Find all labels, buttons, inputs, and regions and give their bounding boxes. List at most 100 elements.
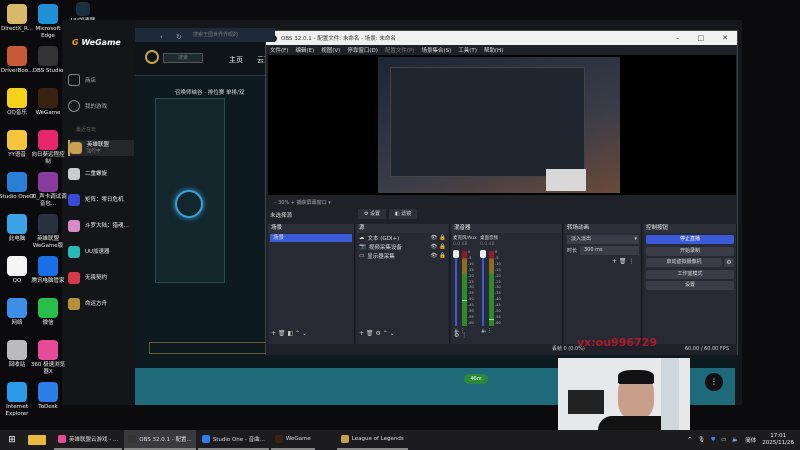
menu-item[interactable]: 工具(T) <box>458 46 477 54</box>
menu-item[interactable]: 场景集合(S) <box>421 46 451 54</box>
zoom-level[interactable]: – 30% + 捕获屏幕窗口 ▾ <box>274 199 331 206</box>
game-item[interactable]: 英雄联盟 运行中 <box>68 140 134 156</box>
visibility-lock-icons[interactable]: 👁 🔒 <box>430 244 449 250</box>
lol-nav-home[interactable]: 主页 <box>229 55 243 65</box>
game-name: 矩阵：零日危机 <box>85 197 124 203</box>
desktop-icon[interactable]: 腾讯电脑管家 <box>29 256 67 285</box>
meter-tick: -55 <box>495 314 501 319</box>
wegame-sidebar: G WeGame 商店 我的游戏 最近在玩 英雄联盟 运行中 二重螺旋 矩阵：零日危机… <box>62 20 135 405</box>
more-button[interactable]: ⋮ <box>705 373 723 391</box>
store-icon <box>68 74 80 86</box>
taskbar-label: League of Legends <box>351 436 404 442</box>
control-button[interactable]: 工作室模式 <box>646 269 734 279</box>
volume-slider[interactable] <box>455 251 457 326</box>
properties-button[interactable]: ⚙ 设置 <box>358 209 386 219</box>
desktop-icon[interactable]: 360 极速浏览器X <box>29 340 67 375</box>
source-toolbar[interactable]: + 🗑 ⚙ ⌃ ⌄ <box>359 330 395 337</box>
game-item[interactable]: 矩阵：零日危机 <box>68 192 134 208</box>
desktop-icon[interactable]: Microsoft Edge <box>29 4 67 39</box>
preview[interactable] <box>268 55 736 195</box>
refresh-icon[interactable]: ↻ <box>176 33 182 41</box>
maximize-icon[interactable]: □ <box>698 34 705 42</box>
monitor-in-webcam <box>568 390 604 414</box>
control-button[interactable]: 开始录制 <box>646 246 734 256</box>
scene-toolbar[interactable]: + 🗑 ◧ ⌃ ⌄ <box>271 330 307 337</box>
menu-item[interactable]: 编辑(E) <box>295 46 314 54</box>
control-button[interactable]: 设置 <box>646 281 734 290</box>
panel-title: 场景 <box>268 224 354 233</box>
app-icon <box>7 172 27 192</box>
game-item[interactable]: 斗罗大陆：猎魂... <box>68 218 134 234</box>
nav-store[interactable]: 商店 <box>68 72 134 88</box>
virtual-camera-settings-icon[interactable]: ⚙ <box>724 258 734 267</box>
microphone-icon[interactable]: 🎙 <box>698 437 705 443</box>
wegame-search[interactable]: 搜索王国世界界眼的 <box>135 28 275 42</box>
desktop-icon[interactable]: OBS Studio <box>29 46 67 75</box>
game-item[interactable]: 命运方舟 <box>68 296 134 312</box>
volume-icon[interactable]: 🔈 <box>732 437 739 443</box>
game-icon <box>68 168 80 180</box>
ime-indicator[interactable]: 简体 <box>745 436 756 444</box>
back-icon[interactable]: ‹ <box>160 33 163 41</box>
desktop-icon[interactable]: ToDesk <box>29 382 67 411</box>
nav-my-games[interactable]: 我的游戏 <box>68 98 134 114</box>
control-button[interactable]: 启动虚拟摄像机 <box>646 258 722 267</box>
game-item[interactable]: UU加速器 <box>68 244 134 260</box>
summoner-slot[interactable] <box>175 190 203 218</box>
lol-search[interactable]: 搜索 <box>163 53 203 63</box>
duration-input[interactable]: 300 ms <box>580 246 639 255</box>
menu-item[interactable]: 配置文件(P) <box>385 46 415 54</box>
volume-slider-handle[interactable] <box>480 250 486 258</box>
source-item[interactable]: 📷 视频采集设备 👁 🔒 <box>356 243 449 251</box>
start-button[interactable]: ⊞ <box>0 435 24 445</box>
desktop-icon[interactable]: 英雄联盟WeGame版 <box>29 214 67 249</box>
volume-slider-handle[interactable] <box>453 250 459 258</box>
visibility-lock-icons[interactable]: 👁 🔒 <box>430 235 449 241</box>
game-name: 斗罗大陆：猎魂... <box>85 223 129 229</box>
desktop-icon[interactable]: 00_声卡调试调音包... <box>29 172 67 207</box>
mute-speaker-icon[interactable]: 🔈⋮ <box>481 328 492 334</box>
minimize-icon[interactable]: – <box>676 34 680 42</box>
icon-label: 腾讯电脑管家 <box>31 278 65 284</box>
audio-meter <box>489 251 494 326</box>
source-item[interactable]: ☁ 文本 (GDI+) 👁 🔒 <box>356 234 449 242</box>
app-icon <box>7 4 27 24</box>
taskbar-item[interactable]: OBS 32.0.1 - 配置... <box>124 430 196 450</box>
icon-label: Microsoft Edge <box>35 26 61 39</box>
close-icon[interactable]: ✕ <box>722 34 728 42</box>
game-item[interactable]: 无畏契约 <box>68 270 134 286</box>
menu-item[interactable]: 帮助(H) <box>484 46 503 54</box>
taskbar-item[interactable]: 英雄联盟云游戏 - ... <box>54 430 123 450</box>
shield-icon[interactable]: ⛊ <box>711 437 715 444</box>
meter-tick: -25 <box>468 279 474 284</box>
source-item[interactable]: ▭ 显示器采集 👁 🔒 <box>356 252 449 260</box>
scene-item[interactable]: 场景 <box>270 234 352 242</box>
menu-item[interactable]: 文件(F) <box>270 46 288 54</box>
app-icon <box>128 435 137 443</box>
taskbar-item[interactable]: League of Legends <box>336 430 408 450</box>
menu-item[interactable]: 停靠窗口(D) <box>347 46 378 54</box>
game-name: UU加速器 <box>85 249 110 255</box>
file-explorer-icon[interactable] <box>28 435 46 445</box>
desktop-icon[interactable]: 向日葵远程控制 <box>29 130 67 165</box>
obs-titlebar: OBS 32.0.1 - 配置文件: 未命名 - 场景: 未命名 – □ ✕ <box>266 31 737 45</box>
desktop-icon[interactable]: WeGame <box>29 88 67 117</box>
filters-button[interactable]: ◧ 滤镜 <box>389 209 417 219</box>
transition-toolbar[interactable]: + 🗑 ⋮ <box>612 258 634 265</box>
no-source-label: 未选择源 <box>270 213 293 219</box>
taskbar-item[interactable]: Studio One - 音曲... <box>197 430 269 450</box>
desktop-icon[interactable]: 微信 <box>29 298 67 327</box>
chevron-up-icon[interactable]: ^ <box>687 437 692 443</box>
volume-slider[interactable] <box>482 251 484 326</box>
game-icon <box>68 246 80 258</box>
game-item[interactable]: 二重螺旋 <box>68 166 134 182</box>
menu-item[interactable]: 视图(V) <box>321 46 340 54</box>
window-title: OBS 32.0.1 - 配置文件: 未命名 - 场景: 未命名 <box>281 36 396 42</box>
network-icon[interactable]: ▭ <box>721 437 726 443</box>
taskbar-item[interactable]: WeGame <box>270 430 315 450</box>
control-button[interactable]: 停止直播 <box>646 235 734 244</box>
mixer-settings-icon[interactable]: ⚙ ⋮ <box>454 332 467 339</box>
visibility-lock-icons[interactable]: 👁 🔒 <box>430 253 449 259</box>
transition-select[interactable]: 淡入淡出 ▾ <box>567 235 639 244</box>
clock[interactable]: 17:01 2025/11/26 <box>762 433 794 447</box>
